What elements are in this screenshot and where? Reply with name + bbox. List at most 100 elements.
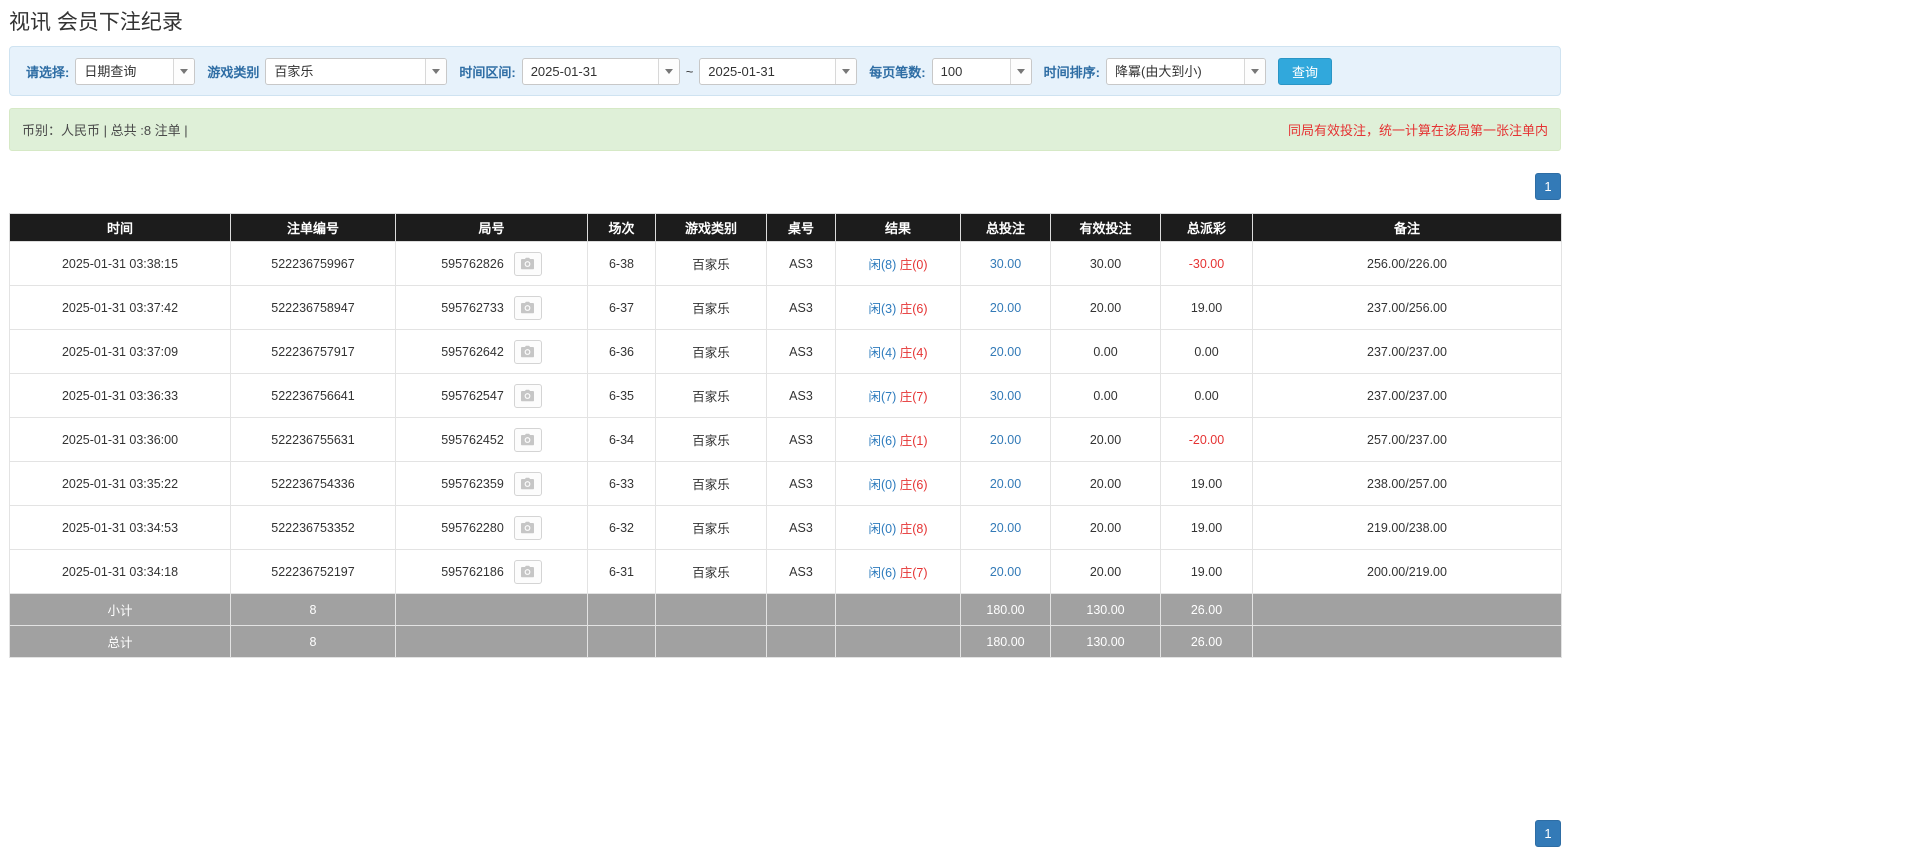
cell-bet-id: 522236759967	[230, 241, 396, 286]
round-replay-button[interactable]	[513, 559, 542, 584]
page-size-combobox[interactable]: 100	[931, 57, 1032, 85]
date-to-value: 2025-01-31	[708, 63, 775, 79]
result-player: 闲(3)	[868, 302, 897, 316]
cell-payout: -20.00	[1160, 417, 1253, 462]
cell-valid-bet: 20.00	[1050, 549, 1161, 594]
select-type-label: 请选择:	[26, 64, 70, 80]
cell-result: 闲(6) 庄(1)	[835, 417, 961, 462]
table-row: 2025-01-31 03:34:18 522236752197 595762186…	[9, 549, 1562, 594]
cell-round-id: 595762359	[395, 461, 588, 506]
footer-empty	[587, 625, 656, 658]
cell-session: 6-34	[587, 417, 656, 462]
caret-shape	[1250, 68, 1259, 74]
cell-time: 2025-01-31 03:36:00	[9, 417, 231, 462]
cell-session: 6-35	[587, 373, 656, 418]
result-banker: 庄(1)	[899, 434, 928, 448]
chevron-down-icon[interactable]	[425, 58, 447, 84]
round-replay-button[interactable]	[513, 339, 542, 364]
caret-shape	[180, 68, 189, 74]
total-bet-link[interactable]: 20.00	[990, 565, 1021, 579]
table-row: 2025-01-31 03:37:09 522236757917 595762642…	[9, 329, 1562, 374]
cell-game-type: 百家乐	[655, 373, 767, 418]
result-player: 闲(4)	[868, 346, 897, 360]
cell-session: 6-31	[587, 549, 656, 594]
round-id-text: 595762186	[441, 564, 504, 579]
total-bet-link[interactable]: 20.00	[990, 521, 1021, 535]
cell-round-id: 595762280	[395, 505, 588, 550]
cell-total-bet: 20.00	[960, 505, 1051, 550]
chevron-down-icon[interactable]	[1243, 58, 1265, 84]
caret-shape	[1016, 68, 1025, 74]
chevron-down-icon[interactable]	[173, 58, 195, 84]
round-id-text: 595762733	[441, 300, 504, 315]
cell-time: 2025-01-31 03:34:53	[9, 505, 231, 550]
column-header: 备注	[1252, 213, 1562, 242]
column-header: 结果	[835, 213, 961, 242]
cell-bet-id: 522236752197	[230, 549, 396, 594]
footer-empty	[655, 593, 767, 626]
result-banker: 庄(6)	[899, 302, 928, 316]
round-replay-button[interactable]	[513, 471, 542, 496]
cell-bet-id: 522236755631	[230, 417, 396, 462]
page-1-button[interactable]: 1	[1535, 173, 1561, 200]
table-row: 2025-01-31 03:37:42 522236758947 595762733…	[9, 285, 1562, 330]
cell-valid-bet: 20.00	[1050, 417, 1161, 462]
chevron-down-icon[interactable]	[1009, 58, 1031, 84]
round-replay-button[interactable]	[513, 515, 542, 540]
page-1-button[interactable]: 1	[1535, 820, 1561, 847]
total-bet-link[interactable]: 20.00	[990, 345, 1021, 359]
date-from-combobox[interactable]: 2025-01-31	[521, 57, 680, 85]
total-bet-link[interactable]: 30.00	[990, 389, 1021, 403]
footer-empty	[835, 593, 961, 626]
date-to-combobox[interactable]: 2025-01-31	[699, 57, 858, 85]
total-bet-link[interactable]: 20.00	[990, 301, 1021, 315]
chevron-down-icon[interactable]	[657, 58, 679, 84]
footer-valid-bet: 130.00	[1050, 593, 1161, 626]
table-footer: 小计 8 180.00 130.00 26.00 总计 8 180.00 130.00 26.00	[9, 593, 1562, 658]
game-type-value: 百家乐	[274, 63, 314, 79]
cell-valid-bet: 20.00	[1050, 461, 1161, 506]
camera-icon	[521, 301, 535, 314]
time-range-label: 时间区间:	[459, 64, 516, 80]
select-type-combobox[interactable]: 日期查询	[75, 57, 196, 85]
cell-session: 6-37	[587, 285, 656, 330]
column-header: 游戏类别	[655, 213, 767, 242]
footer-label: 总计	[9, 625, 231, 658]
cell-time: 2025-01-31 03:37:09	[9, 329, 231, 374]
cell-table-no: AS3	[766, 505, 836, 550]
cell-result: 闲(6) 庄(7)	[835, 549, 961, 594]
total-bet-link[interactable]: 20.00	[990, 477, 1021, 491]
footer-total-bet: 180.00	[960, 625, 1051, 658]
chevron-down-icon[interactable]	[835, 58, 857, 84]
summary-bar: 币别：人民币 | 总共 :8 注单 | 同局有效投注，统一计算在该局第一张注单内	[9, 108, 1561, 151]
round-replay-button[interactable]	[513, 427, 542, 452]
search-button[interactable]: 查询	[1277, 57, 1332, 85]
result-banker: 庄(7)	[899, 390, 928, 404]
sort-order-combobox[interactable]: 降冪(由大到小)	[1105, 57, 1266, 85]
cell-table-no: AS3	[766, 329, 836, 374]
camera-icon	[521, 345, 535, 358]
round-replay-button[interactable]	[513, 383, 542, 408]
cell-total-bet: 20.00	[960, 549, 1051, 594]
range-separator: ~	[685, 63, 694, 79]
round-replay-button[interactable]	[513, 251, 542, 276]
cell-bet-id: 522236756641	[230, 373, 396, 418]
footer-empty	[1252, 625, 1562, 658]
game-type-combobox[interactable]: 百家乐	[265, 57, 448, 85]
total-bet-link[interactable]: 30.00	[990, 257, 1021, 271]
sort-order-value: 降冪(由大到小)	[1114, 63, 1202, 79]
total-bet-link[interactable]: 20.00	[990, 433, 1021, 447]
footer-payout: 26.00	[1160, 593, 1253, 626]
cell-remark: 219.00/238.00	[1252, 505, 1562, 550]
cell-valid-bet: 0.00	[1050, 373, 1161, 418]
round-replay-button[interactable]	[513, 295, 542, 320]
cell-remark: 257.00/237.00	[1252, 417, 1562, 462]
cell-session: 6-38	[587, 241, 656, 286]
cell-payout: 19.00	[1160, 549, 1253, 594]
cell-game-type: 百家乐	[655, 461, 767, 506]
table-row: 2025-01-31 03:34:53 522236753352 595762280…	[9, 505, 1562, 550]
footer-empty	[1252, 593, 1562, 626]
cell-remark: 237.00/256.00	[1252, 285, 1562, 330]
cell-table-no: AS3	[766, 241, 836, 286]
camera-icon	[521, 433, 535, 446]
